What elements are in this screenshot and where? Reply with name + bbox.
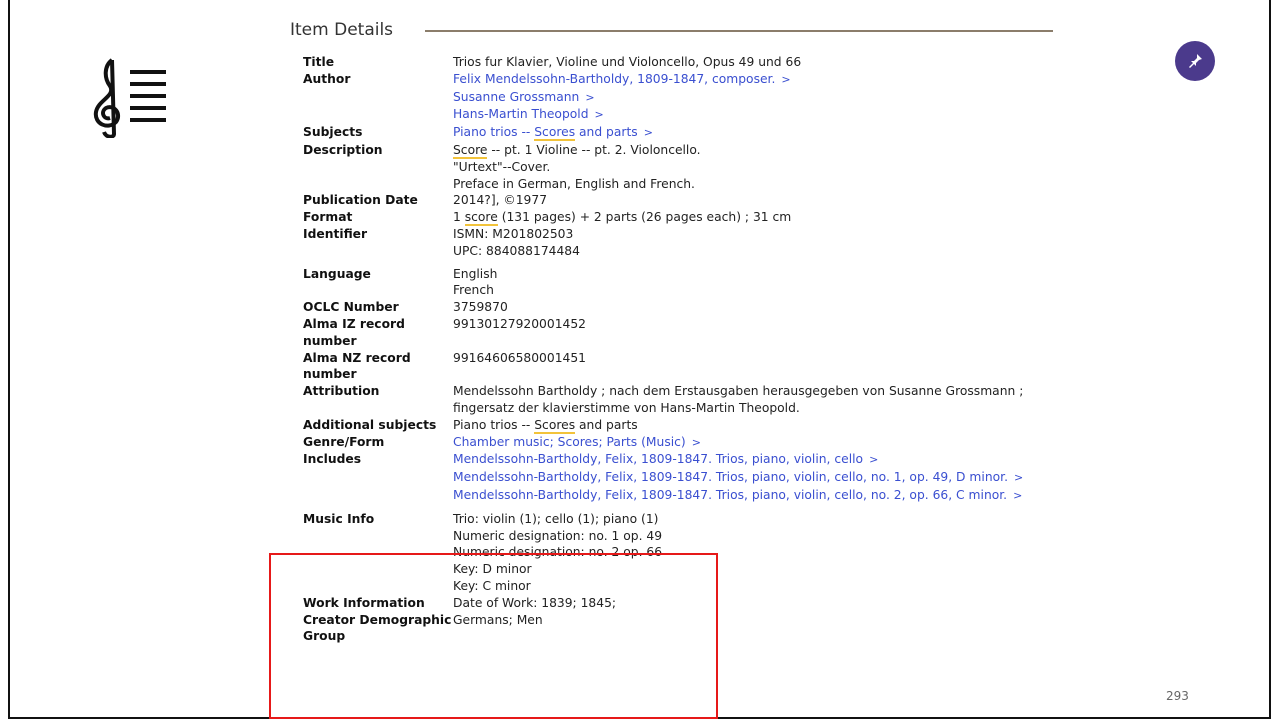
includes-link[interactable]: Mendelssohn-Bartholdy, Felix, 1809-1847.… (453, 488, 1007, 502)
highlighted-term: Scores (534, 417, 576, 434)
field-value: and parts (575, 417, 638, 432)
field-identifier: Identifier ISMN: M201802503 UPC: 8840881… (303, 226, 1263, 260)
field-label: Title (303, 55, 335, 69)
chevron-right-icon: > (869, 453, 879, 467)
field-additional-subjects: Additional subjects Piano trios -- Score… (303, 417, 1263, 434)
field-alma-nz: Alma NZ record number 99164606580001451 (303, 350, 1263, 384)
field-label: Description (303, 142, 383, 157)
subject-text: and parts (575, 125, 638, 140)
author-link[interactable]: Susanne Grossmann (453, 90, 579, 104)
field-subjects: Subjects Piano trios -- Scores and parts… (303, 124, 1263, 142)
chevron-right-icon: > (643, 126, 653, 140)
section-divider (425, 30, 1053, 32)
field-value: "Urtext"--Cover. (453, 159, 551, 174)
field-publication-date: Publication Date 2014?], ©1977 (303, 192, 1263, 209)
field-value: Trio: violin (1); cello (1); piano (1) (453, 511, 659, 526)
field-value: 99130127920001452 (453, 316, 587, 331)
highlighted-term: Score (453, 142, 488, 159)
field-value: -- pt. 1 Violine -- pt. 2. Violoncello. (487, 142, 701, 157)
field-label: Subjects (303, 125, 363, 140)
field-label: Attribution (303, 384, 380, 399)
chevron-right-icon: > (691, 435, 701, 449)
chevron-right-icon: > (594, 108, 604, 122)
field-title: Title Trios fur Klavier, Violine und Vio… (303, 54, 1263, 71)
field-value: fingersatz der klavierstimme von Hans-Ma… (453, 400, 800, 415)
chevron-right-icon: > (585, 90, 595, 104)
label-line: Alma IZ record (303, 316, 405, 331)
field-value: UPC: 884088174484 (453, 243, 580, 258)
field-label: Additional subjects (303, 417, 437, 432)
field-label: Identifier (303, 226, 368, 241)
field-label: Author (303, 71, 351, 86)
field-value: Preface in German, English and French. (453, 176, 695, 191)
field-label: Format (303, 210, 353, 225)
chevron-right-icon: > (781, 72, 791, 86)
highlighted-term: Scores (534, 125, 576, 142)
field-label: OCLC Number (303, 300, 399, 315)
field-label: Includes (303, 452, 362, 467)
author-link[interactable]: Felix Mendelssohn-Bartholdy, 1809-1847, … (453, 72, 775, 86)
chevron-right-icon: > (1013, 471, 1024, 485)
field-label: Genre/Form (303, 434, 385, 449)
genre-link[interactable]: Chamber music; Scores; Parts (Music) (453, 435, 686, 449)
label-line: number (303, 333, 357, 348)
chevron-right-icon: > (1013, 488, 1023, 502)
field-value: 2014?], ©1977 (453, 193, 548, 208)
includes-link[interactable]: Mendelssohn-Bartholdy, Felix, 1809-1847.… (453, 452, 863, 466)
field-includes: Includes Mendelssohn-Bartholdy, Felix, 1… (303, 451, 1263, 504)
field-description: Description Score -- pt. 1 Violine -- pt… (303, 142, 1263, 192)
highlighted-term: score (464, 210, 498, 227)
field-label: Alma NZ record number (303, 350, 453, 384)
label-line: number (303, 367, 357, 382)
field-value: Trios fur Klavier, Violine und Violoncel… (453, 55, 802, 69)
field-alma-iz: Alma IZ record number 99130127920001452 (303, 316, 1263, 350)
field-value: Piano trios -- (453, 417, 535, 432)
field-label: Publication Date (303, 193, 418, 208)
field-value: French (453, 283, 494, 298)
field-value: ISMN: M201802503 (453, 226, 574, 241)
field-author: Author Felix Mendelssohn-Bartholdy, 1809… (303, 71, 1263, 124)
label-line: Alma NZ record (303, 350, 411, 365)
treble-clef-list-icon (93, 58, 166, 138)
field-label: Language (303, 266, 371, 281)
subject-text: Piano trios -- (453, 125, 535, 140)
field-value: 1 (453, 210, 465, 225)
page-number: 293 (1166, 689, 1189, 703)
field-value: 3759870 (453, 300, 508, 315)
section-header: Item Details (290, 18, 1053, 42)
field-format: Format 1 score (131 pages) + 2 parts (26… (303, 209, 1263, 227)
field-value: Mendelssohn Bartholdy ; nach dem Erstaus… (453, 384, 1024, 399)
field-value: Numeric designation: no. 1 op. 49 (453, 528, 663, 543)
field-oclc: OCLC Number 3759870 (303, 299, 1263, 316)
highlight-box (269, 553, 718, 719)
field-genre: Genre/Form Chamber music; Scores; Parts … (303, 434, 1263, 452)
author-link[interactable]: Hans-Martin Theopold (453, 107, 589, 121)
field-value: (131 pages) + 2 parts (26 pages each) ; … (497, 210, 792, 225)
includes-link[interactable]: Mendelssohn-Bartholdy, Felix, 1809-1847.… (453, 470, 1008, 484)
field-attribution: Attribution Mendelssohn Bartholdy ; nach… (303, 383, 1263, 417)
section-title: Item Details (290, 20, 394, 40)
field-label: Alma IZ record number (303, 316, 453, 350)
field-language: Language English French (303, 266, 1263, 300)
field-value: 99164606580001451 (453, 350, 587, 365)
field-value: English (453, 266, 498, 281)
subject-link[interactable]: Piano trios -- Scores and parts (453, 125, 638, 142)
